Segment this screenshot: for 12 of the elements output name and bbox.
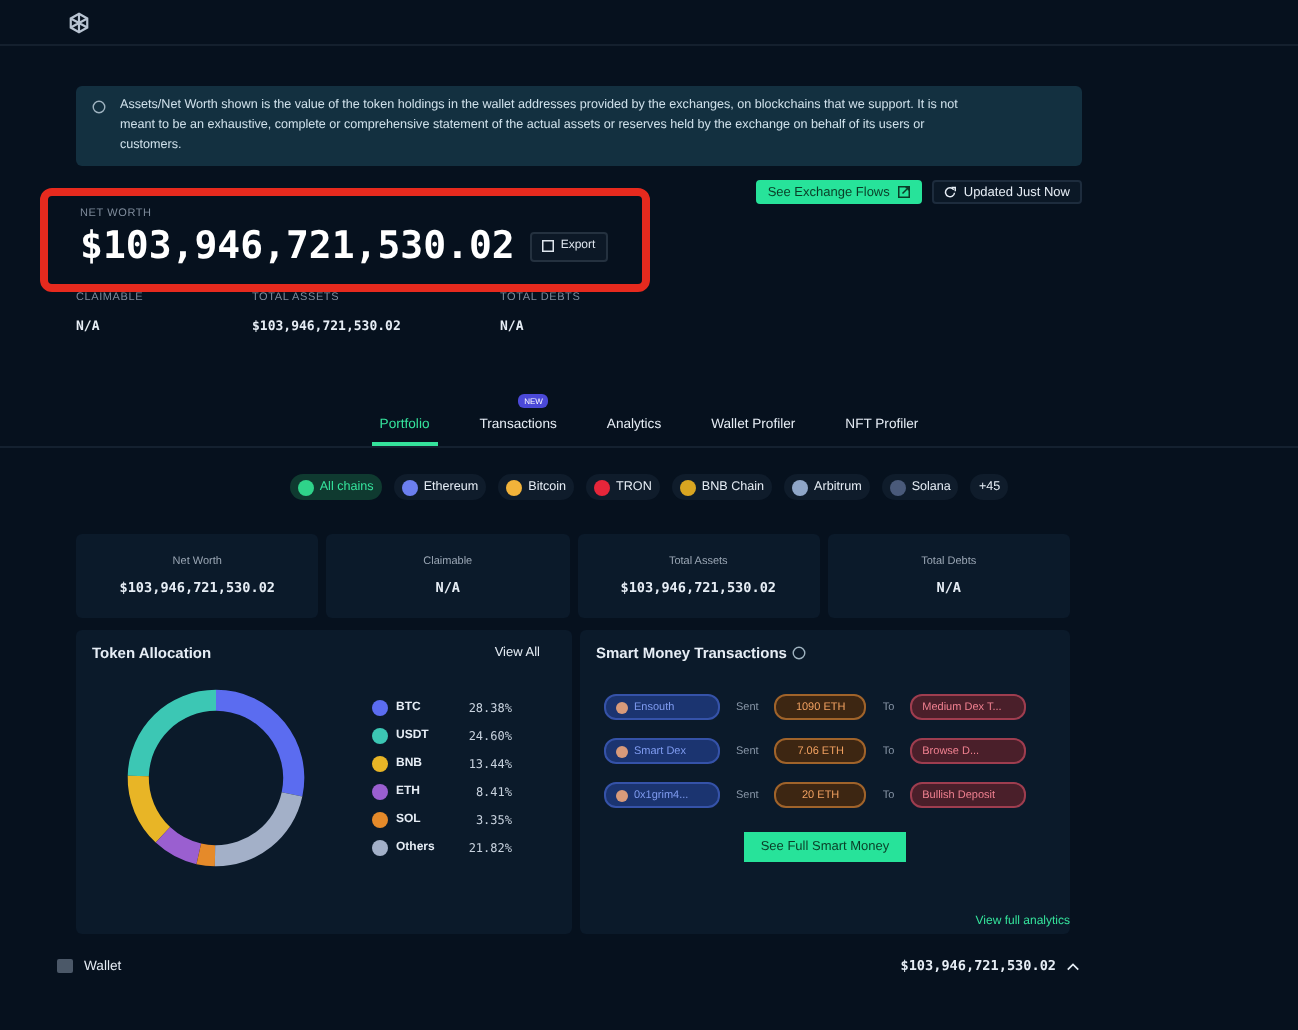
avatar-icon <box>616 789 628 801</box>
net-worth-value: $103,946,721,530.02 <box>80 224 515 268</box>
external-link-icon <box>897 186 910 198</box>
refresh-icon <box>943 186 956 198</box>
chevron-icon[interactable] <box>1066 961 1080 971</box>
avatar-icon <box>616 701 628 713</box>
info-icon <box>92 100 106 114</box>
document-icon <box>542 240 555 252</box>
logo-icon <box>68 11 90 33</box>
wallet-icon <box>56 958 74 974</box>
avatar-icon <box>616 745 628 757</box>
info-icon <box>792 646 807 660</box>
